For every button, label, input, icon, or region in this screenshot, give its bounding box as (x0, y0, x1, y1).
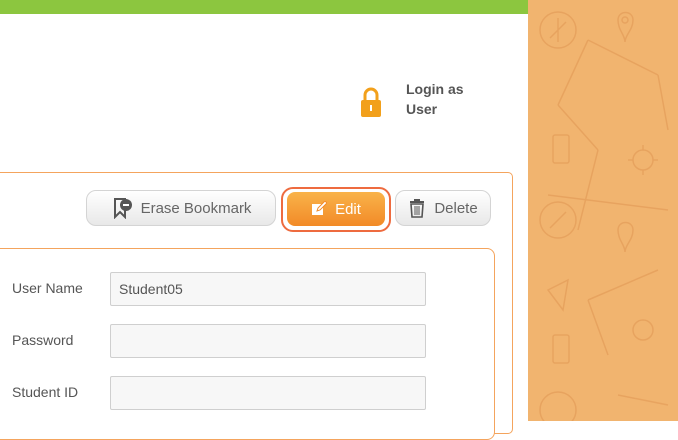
password-field[interactable] (110, 324, 426, 358)
username-label: User Name (12, 280, 83, 296)
username-field[interactable] (110, 272, 426, 306)
pattern-decoration (539, 11, 669, 421)
top-bar (0, 0, 530, 14)
trash-icon (410, 199, 425, 218)
decorative-side-panel (528, 0, 678, 421)
lock-icon (361, 87, 381, 117)
edit-icon (312, 201, 328, 215)
student-id-label: Student ID (12, 384, 79, 400)
bookmark-remove-icon (113, 198, 132, 219)
student-id-field[interactable] (110, 376, 426, 410)
delete-label: Delete (434, 199, 478, 217)
delete-button[interactable]: Delete (395, 190, 491, 226)
edit-label: Edit (335, 200, 361, 218)
edit-button[interactable]: Edit (287, 192, 385, 226)
login-status: Login as User (360, 79, 480, 123)
erase-bookmark-label: Erase Bookmark (140, 199, 252, 217)
login-line2: User (406, 101, 438, 117)
password-label: Password (12, 332, 74, 348)
erase-bookmark-button[interactable]: Erase Bookmark (86, 190, 276, 226)
login-line1: Login as (406, 81, 464, 97)
login-label: Login as User (406, 79, 464, 119)
